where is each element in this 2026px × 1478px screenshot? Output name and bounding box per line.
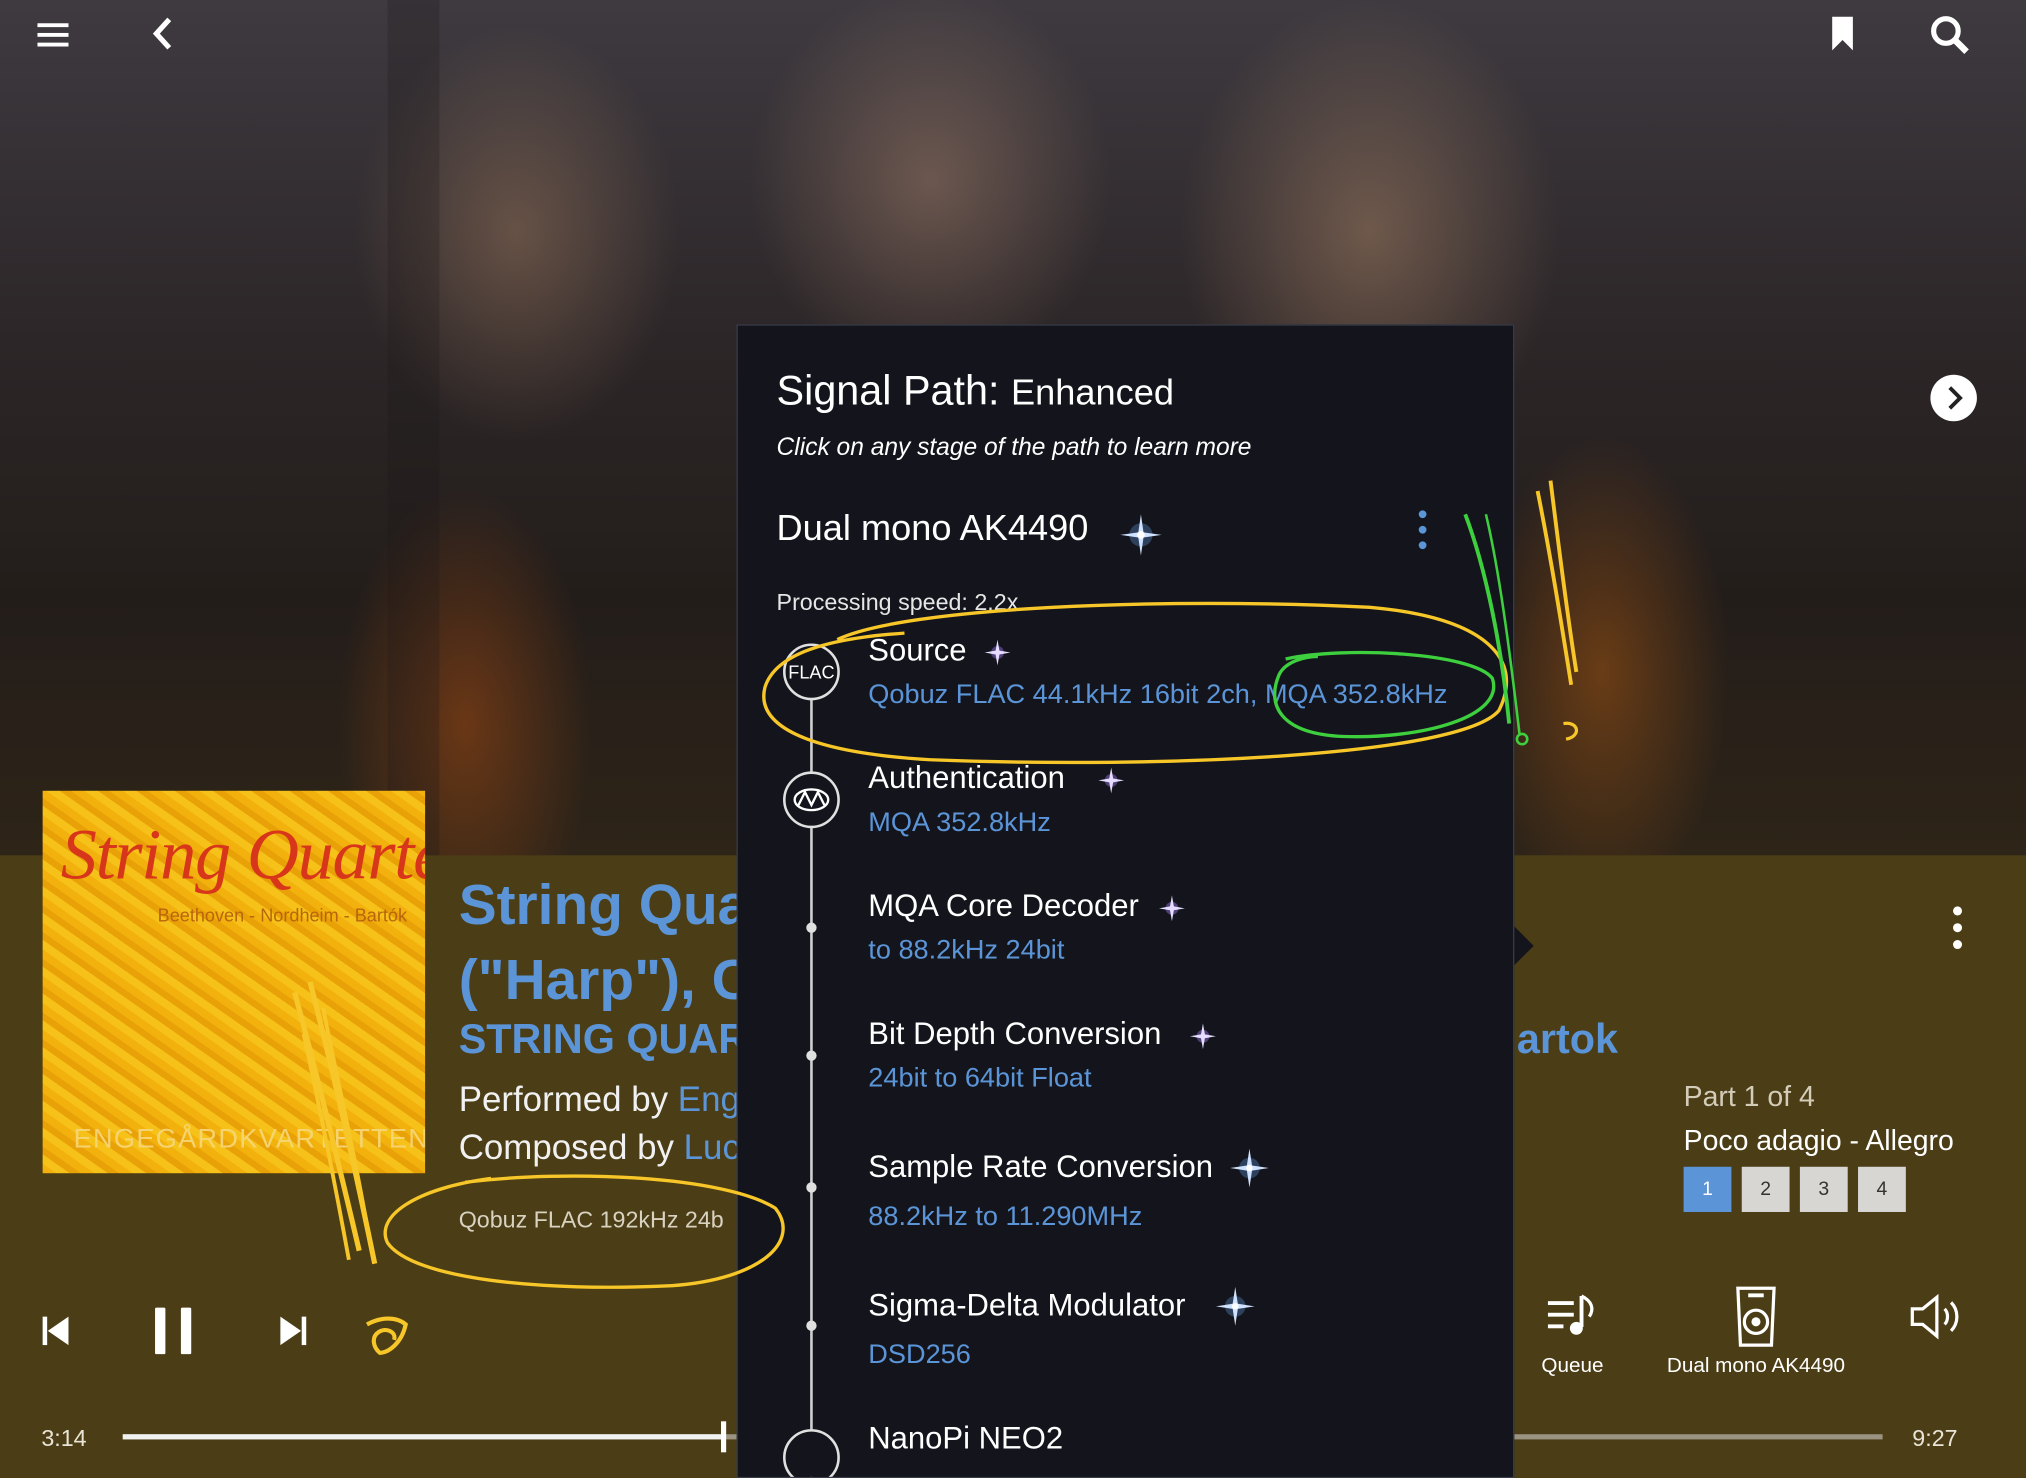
sigma-delta-star-icon [1215, 1286, 1255, 1326]
zone-label[interactable]: Dual mono AK4490 [1653, 1355, 1860, 1378]
elapsed-time: 3:14 [41, 1425, 87, 1452]
movement-title: Poco adagio - Allegro [1683, 1124, 1954, 1157]
popup-pointer [1513, 925, 1534, 967]
bit-depth-star-icon [1190, 1023, 1216, 1050]
stage-nanopi-name[interactable]: NanoPi NEO2 [868, 1421, 1063, 1457]
more-options-icon[interactable] [1938, 902, 1977, 954]
previous-track-icon[interactable] [36, 1308, 75, 1355]
composer-link[interactable]: Luc [684, 1128, 740, 1167]
enhanced-star-icon [1120, 514, 1162, 556]
stage-source-name[interactable]: Source [868, 633, 966, 669]
flac-node[interactable]: FLAC [783, 643, 840, 701]
volume-icon[interactable] [1907, 1290, 1964, 1344]
next-track-icon[interactable] [274, 1308, 313, 1355]
album-cover[interactable]: String Quartets Beethoven - Nordheim - B… [42, 790, 426, 1174]
pause-icon[interactable] [145, 1302, 202, 1359]
part-button-3[interactable]: 3 [1799, 1166, 1848, 1212]
stream-format: Qobuz FLAC 192kHz 24b [458, 1206, 724, 1233]
authentication-star-icon [1098, 767, 1125, 794]
signal-path-popup: Signal Path: Enhanced Click on any stage… [736, 324, 1515, 1478]
stage-sample-rate-value[interactable]: 88.2kHz to 11.290MHz [868, 1202, 1142, 1233]
stage-mqa-core-decoder-name[interactable]: MQA Core Decoder [868, 889, 1139, 925]
stage-authentication-name[interactable]: Authentication [868, 761, 1065, 797]
mqa-decoder-star-icon [1159, 895, 1185, 922]
seek-handle[interactable] [721, 1421, 727, 1453]
chevron-left-icon[interactable] [140, 10, 187, 57]
part-button-4[interactable]: 4 [1858, 1166, 1906, 1212]
part-info: Part 1 of 4 Poco adagio - Allegro [1684, 1080, 1954, 1158]
processing-speed: Processing speed: 2.2x [776, 589, 1019, 616]
seek-progress [122, 1434, 722, 1440]
stage-dot [806, 1050, 817, 1061]
device-node[interactable] [783, 1429, 840, 1477]
part-button-2[interactable]: 2 [1741, 1166, 1790, 1212]
source-star-icon [984, 639, 1011, 666]
signal-path-quality: Enhanced [1011, 372, 1174, 413]
stage-sigma-delta-name[interactable]: Sigma-Delta Modulator [868, 1288, 1185, 1324]
queue-icon[interactable] [1544, 1290, 1601, 1342]
output-device-name[interactable]: Dual mono AK4490 [777, 508, 1089, 549]
total-time: 9:27 [1912, 1425, 1958, 1452]
album-cover-composers: Beethoven - Nordheim - Bartók [157, 904, 408, 926]
performer-link[interactable]: Eng [678, 1080, 740, 1119]
album-cover-title: String Quartets [60, 815, 425, 896]
mqa-auth-icon[interactable] [783, 771, 840, 829]
stage-sample-rate-name[interactable]: Sample Rate Conversion [868, 1150, 1213, 1186]
stage-bit-depth-name[interactable]: Bit Depth Conversion [868, 1017, 1161, 1053]
stage-dot [806, 1320, 817, 1331]
bookmark-icon[interactable] [1819, 10, 1866, 57]
device-menu-icon[interactable] [1410, 507, 1436, 559]
stage-sigma-delta-value[interactable]: DSD256 [868, 1340, 971, 1371]
stage-mqa-core-decoder-value[interactable]: to 88.2kHz 24bit [868, 935, 1064, 966]
hamburger-icon[interactable] [28, 13, 77, 57]
stage-dot [806, 1182, 817, 1193]
stage-source-value[interactable]: Qobuz FLAC 44.1kHz 16bit 2ch, MQA 352.8k… [868, 680, 1447, 711]
sample-rate-star-icon [1230, 1148, 1269, 1188]
album-title[interactable]: STRING QUAR [459, 1016, 743, 1064]
part-label: Part 1 of 4 [1683, 1080, 1815, 1113]
album-artist-tail[interactable]: artok [1517, 1016, 1618, 1064]
search-icon[interactable] [1925, 10, 1974, 59]
speaker-icon[interactable] [1730, 1283, 1782, 1350]
album-cover-ensemble: ENGEGÅRDKVARTETTEN [73, 1124, 426, 1154]
track-title: String Qua ("Harp"), C [458, 873, 743, 1012]
composed-by: Composed by Luc [458, 1128, 740, 1167]
stage-bit-depth-value[interactable]: 24bit to 64bit Float [868, 1063, 1091, 1094]
part-button-1[interactable]: 1 [1683, 1166, 1732, 1212]
signal-path-title: Signal Path: Enhanced [776, 366, 1174, 414]
signal-path-icon[interactable] [362, 1310, 411, 1359]
chevron-right-circle-icon[interactable] [1928, 372, 1980, 424]
queue-label[interactable]: Queue [1529, 1355, 1617, 1378]
performed-by: Performed by Eng [458, 1080, 740, 1119]
signal-path-hint: Click on any stage of the path to learn … [776, 434, 1252, 462]
stage-dot [806, 922, 817, 933]
part-selector: 1 2 3 4 [1683, 1166, 1906, 1212]
stage-authentication-value[interactable]: MQA 352.8kHz [868, 808, 1050, 839]
